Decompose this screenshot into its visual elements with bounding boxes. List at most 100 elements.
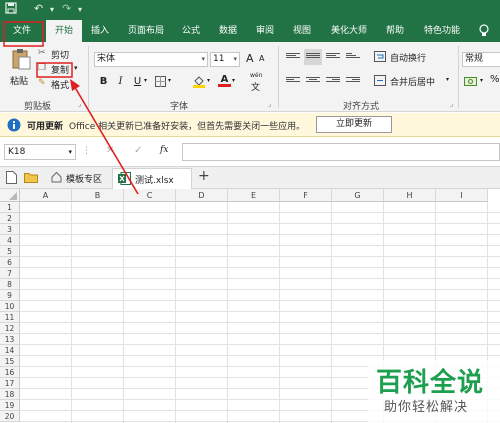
save-icon[interactable] — [5, 2, 17, 17]
align-right-icon[interactable] — [326, 76, 340, 86]
percent-button[interactable]: % — [490, 74, 500, 85]
column-header-e[interactable]: E — [228, 189, 280, 202]
wrap-text-button[interactable]: 自动换行 — [374, 51, 436, 64]
font-size-select[interactable]: 11 ▾ — [210, 52, 240, 67]
formula-input[interactable] — [182, 143, 500, 161]
row-header-4[interactable]: 4 — [0, 235, 20, 246]
column-header-b[interactable]: B — [72, 189, 124, 202]
borders-dropdown-icon[interactable]: ▾ — [168, 77, 171, 84]
tab-insert[interactable]: 插入 — [84, 20, 116, 42]
undo-dropdown-icon[interactable]: ▾ — [50, 5, 54, 14]
row-header-17[interactable]: 17 — [0, 378, 20, 389]
folder-icon[interactable] — [24, 172, 38, 186]
row-header-3[interactable]: 3 — [0, 224, 20, 235]
select-all-corner[interactable] — [0, 189, 20, 202]
column-gridline — [279, 202, 280, 423]
align-center-icon[interactable] — [306, 76, 320, 86]
tab-page-layout[interactable]: 页面布局 — [118, 20, 174, 42]
tab-review[interactable]: 审阅 — [250, 20, 280, 42]
clipboard-launcher-icon[interactable]: ⌟ — [78, 100, 81, 108]
row-header-13[interactable]: 13 — [0, 334, 20, 345]
add-tab-button[interactable]: + — [198, 168, 210, 184]
fill-color-dropdown-icon[interactable]: ▾ — [207, 77, 210, 84]
enter-icon[interactable]: ✓ — [134, 145, 142, 156]
copy-dropdown-icon[interactable]: ▾ — [74, 64, 78, 72]
align-left-icon[interactable] — [286, 76, 300, 86]
tab-beautify[interactable]: 美化大师 — [322, 20, 376, 42]
phonetic-button[interactable]: wén 文 — [248, 72, 266, 93]
row-header-18[interactable]: 18 — [0, 389, 20, 400]
row-header-8[interactable]: 8 — [0, 279, 20, 290]
row-header-14[interactable]: 14 — [0, 345, 20, 356]
row-header-12[interactable]: 12 — [0, 323, 20, 334]
paste-button[interactable]: 粘贴 — [8, 48, 34, 92]
indent-icon[interactable] — [346, 76, 360, 86]
tab-help[interactable]: 帮助 — [378, 20, 412, 42]
align-middle-icon[interactable] — [304, 49, 322, 65]
row-header-16[interactable]: 16 — [0, 367, 20, 378]
align-bottom-icon[interactable] — [326, 52, 340, 62]
column-header-c[interactable]: C — [124, 189, 176, 202]
undo-icon[interactable]: ↶ — [34, 2, 43, 15]
font-color-button[interactable]: A — [218, 73, 231, 87]
row-header-1[interactable]: 1 — [0, 202, 20, 213]
shrink-font-icon[interactable]: A — [259, 54, 264, 63]
lightbulb-icon[interactable] — [478, 24, 490, 41]
copy-button[interactable]: ❐ 复制 ▾ — [38, 63, 80, 76]
font-launcher-icon[interactable]: ⌟ — [268, 100, 271, 108]
row-header-10[interactable]: 10 — [0, 301, 20, 312]
row-header-15[interactable]: 15 — [0, 356, 20, 367]
column-header-h[interactable]: H — [384, 189, 436, 202]
customize-qat-icon[interactable]: ▾ — [78, 5, 82, 14]
format-painter-button[interactable]: ✎ 格式 — [38, 78, 78, 91]
tab-file[interactable]: 文件 — [4, 20, 40, 42]
column-header-a[interactable]: A — [20, 189, 72, 202]
row-header-5[interactable]: 5 — [0, 246, 20, 257]
tab-view[interactable]: 视图 — [286, 20, 318, 42]
merge-center-button[interactable]: 合并后居中 ▾ — [374, 75, 454, 88]
cut-button[interactable]: ✂ 剪切 — [38, 48, 78, 61]
redo-icon[interactable]: ↷ — [62, 2, 71, 15]
borders-icon[interactable] — [155, 76, 166, 90]
column-header-g[interactable]: G — [332, 189, 384, 202]
bold-button[interactable]: B — [97, 75, 110, 88]
number-format-select[interactable]: 常规 — [462, 52, 500, 67]
underline-dropdown-icon[interactable]: ▾ — [144, 77, 147, 84]
row-header-19[interactable]: 19 — [0, 400, 20, 411]
fill-color-icon[interactable] — [192, 74, 206, 91]
merge-dropdown-icon[interactable]: ▾ — [446, 76, 449, 83]
tab-workbook[interactable]: 测试.xlsx — [112, 168, 192, 189]
column-header-f[interactable]: F — [280, 189, 332, 202]
row-header-20[interactable]: 20 — [0, 411, 20, 422]
tab-special[interactable]: 特色功能 — [416, 20, 468, 42]
row-header-11[interactable]: 11 — [0, 312, 20, 323]
row-header-9[interactable]: 9 — [0, 290, 20, 301]
tab-template-label: 模板专区 — [66, 175, 103, 185]
update-message-bar: 可用更新 Office 相关更新已准备好安装，但首先需要关闭一些应用。 立即更新 — [0, 113, 500, 137]
currency-dropdown-icon[interactable]: ▾ — [480, 77, 483, 84]
currency-icon[interactable] — [464, 75, 478, 90]
insert-function-icon[interactable]: fx — [160, 145, 168, 155]
column-header-d[interactable]: D — [176, 189, 228, 202]
row-header-2[interactable]: 2 — [0, 213, 20, 224]
tab-formulas[interactable]: 公式 — [176, 20, 206, 42]
name-box[interactable]: K18 ▾ — [4, 144, 76, 160]
column-header-i[interactable]: I — [436, 189, 488, 202]
font-color-dropdown-icon[interactable]: ▾ — [232, 77, 235, 84]
alignment-launcher-icon[interactable]: ⌟ — [450, 100, 453, 108]
cancel-icon[interactable]: ✕ — [106, 145, 114, 156]
paste-label: 粘贴 — [10, 77, 29, 87]
italic-button[interactable]: I — [114, 75, 127, 88]
row-header-6[interactable]: 6 — [0, 257, 20, 268]
grow-font-icon[interactable]: A — [246, 52, 254, 65]
tab-home[interactable]: 开始 — [46, 20, 82, 42]
tab-template-zone[interactable]: 模板专区 — [46, 169, 108, 187]
align-top-icon[interactable] — [286, 52, 300, 62]
tab-data[interactable]: 数据 — [212, 20, 244, 42]
row-header-7[interactable]: 7 — [0, 268, 20, 279]
new-document-icon[interactable] — [6, 171, 17, 187]
font-name-select[interactable]: 宋体 ▾ — [94, 52, 208, 67]
update-now-button[interactable]: 立即更新 — [316, 116, 392, 133]
orientation-icon[interactable] — [346, 52, 360, 62]
underline-button[interactable]: U — [131, 75, 144, 88]
